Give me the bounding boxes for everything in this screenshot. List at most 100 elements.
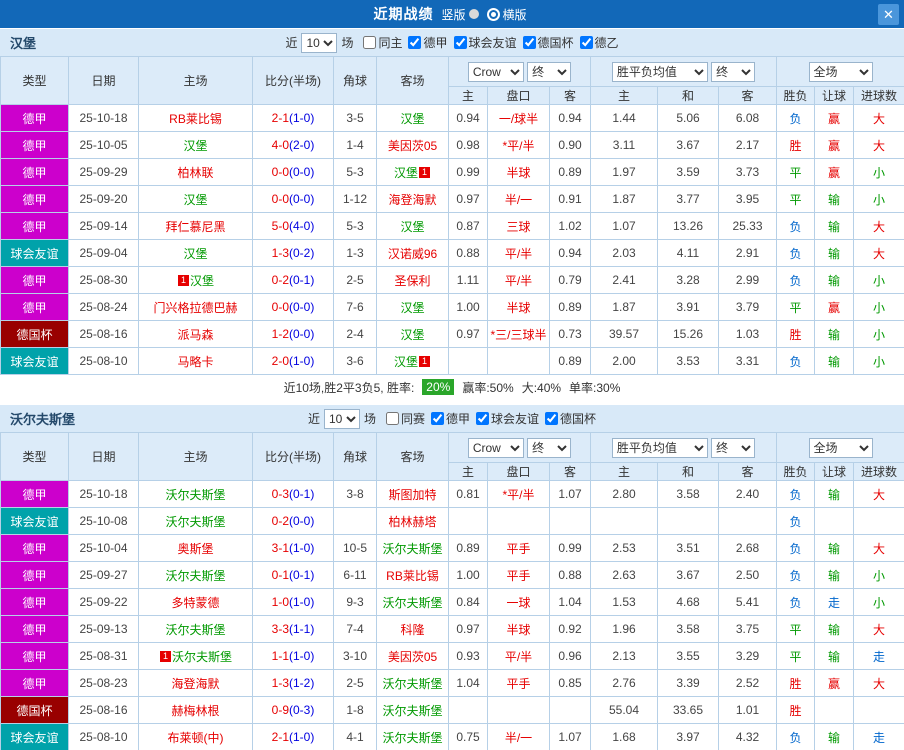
col-handicap: 盘口: [488, 87, 550, 105]
handicap: 平手: [488, 670, 550, 697]
handicap: *平/半: [488, 481, 550, 508]
filter-德国杯[interactable]: 德国杯: [523, 34, 574, 51]
handicap-result: 赢: [815, 294, 854, 321]
col-mean-away: 客: [719, 463, 777, 481]
corners: 3-8: [334, 481, 377, 508]
handicap: 平手: [488, 562, 550, 589]
corners: 7-4: [334, 616, 377, 643]
handicap-result: 输: [815, 643, 854, 670]
home-odds: 0.97: [449, 321, 488, 348]
avg-home-odds: 39.57: [591, 321, 658, 348]
scope-select[interactable]: 全场: [809, 62, 873, 82]
home-team: 布莱顿(中): [139, 724, 253, 750]
filter-球会友谊[interactable]: 球会友谊: [454, 34, 517, 51]
horizontal-label: 横版: [503, 6, 527, 23]
radio-unselected-icon[interactable]: [469, 9, 479, 19]
handicap-result: 输: [815, 481, 854, 508]
match-date: 25-10-18: [69, 105, 139, 132]
match-row: 德国杯25-08-16赫梅林根0-9(0-3)1-8沃尔夫斯堡55.0433.6…: [1, 697, 904, 724]
layout-option-horizontal[interactable]: 横版: [487, 6, 527, 23]
handicap-result: 输: [815, 348, 854, 375]
odds-final-select[interactable]: 终: [527, 62, 571, 82]
near-label: 近: [308, 410, 320, 427]
score: 2-0(1-0): [253, 348, 334, 375]
league-type: 德甲: [1, 105, 69, 132]
home-odds: [449, 508, 488, 535]
half-score: (0-0): [289, 514, 314, 528]
mean-final-select[interactable]: 终: [711, 438, 755, 458]
radio-selected-icon[interactable]: [487, 8, 500, 21]
match-row: 德甲25-10-05汉堡4-0(2-0)1-4美因茨050.98*平/半0.90…: [1, 132, 904, 159]
handicap: *三/三球半: [488, 321, 550, 348]
filter-checkbox[interactable]: [431, 412, 444, 425]
away-team: 汉堡1: [377, 348, 449, 375]
odds-source-select[interactable]: Crow: [468, 438, 524, 458]
mean-final-select[interactable]: 终: [711, 62, 755, 82]
goals-result: 小: [854, 562, 904, 589]
goals-result: 大: [854, 213, 904, 240]
filter-德国杯[interactable]: 德国杯: [545, 410, 596, 427]
full-score: 4-0: [272, 138, 289, 152]
corners: 3-5: [334, 105, 377, 132]
filter-checkbox[interactable]: [523, 36, 536, 49]
away-odds: 0.90: [550, 132, 591, 159]
match-date: 25-09-13: [69, 616, 139, 643]
filter-checkbox[interactable]: [386, 412, 399, 425]
home-team: 多特蒙德: [139, 589, 253, 616]
score: 1-3(0-2): [253, 240, 334, 267]
full-score: 0-2: [272, 273, 289, 287]
home-team: RB莱比锡: [139, 105, 253, 132]
full-score: 1-3: [272, 246, 289, 260]
layout-option-vertical[interactable]: 竖版: [441, 6, 478, 23]
corners: 1-8: [334, 697, 377, 724]
handicap-result: 赢: [815, 670, 854, 697]
handicap-result: 输: [815, 535, 854, 562]
match-result: 负: [777, 348, 815, 375]
avg-away-odds: 2.91: [719, 240, 777, 267]
match-result: 胜: [777, 697, 815, 724]
filter-德甲[interactable]: 德甲: [408, 34, 447, 51]
home-team: 汉堡: [139, 186, 253, 213]
match-count-select[interactable]: 10: [324, 409, 360, 429]
filter-同主[interactable]: 同主: [363, 34, 402, 51]
corners: 3-6: [334, 348, 377, 375]
filter-checkbox[interactable]: [454, 36, 467, 49]
avg-home-odds: [591, 508, 658, 535]
team-name-text: 汉堡: [183, 139, 207, 153]
section-header: 汉堡 近 10 场 同主德甲球会友谊德国杯德乙: [0, 28, 904, 56]
filter-checkbox[interactable]: [363, 36, 376, 49]
half-score: (4-0): [289, 219, 314, 233]
match-date: 25-08-16: [69, 321, 139, 348]
filter-checkbox[interactable]: [476, 412, 489, 425]
score: 0-9(0-3): [253, 697, 334, 724]
filter-同赛[interactable]: 同赛: [386, 410, 425, 427]
col-date: 日期: [69, 433, 139, 481]
full-score: 1-2: [272, 327, 289, 341]
mean-odds-select[interactable]: 胜平负均值: [612, 438, 708, 458]
close-button[interactable]: ✕: [878, 4, 899, 25]
match-count-select[interactable]: 10: [301, 33, 337, 53]
avg-draw-odds: [658, 508, 719, 535]
handicap-result: [815, 697, 854, 724]
filter-checkbox[interactable]: [545, 412, 558, 425]
odds-source-select[interactable]: Crow: [468, 62, 524, 82]
filter-球会友谊[interactable]: 球会友谊: [476, 410, 539, 427]
handicap: [488, 508, 550, 535]
odds-final-select[interactable]: 终: [527, 438, 571, 458]
match-result: 平: [777, 159, 815, 186]
team-name-text: 汉堡: [190, 274, 214, 288]
filter-checkbox[interactable]: [408, 36, 421, 49]
scope-select[interactable]: 全场: [809, 438, 873, 458]
league-type: 德国杯: [1, 321, 69, 348]
mean-odds-select[interactable]: 胜平负均值: [612, 62, 708, 82]
col-away-odds: 客: [550, 87, 591, 105]
filter-德甲[interactable]: 德甲: [431, 410, 470, 427]
away-odds: 1.07: [550, 481, 591, 508]
filter-德乙[interactable]: 德乙: [580, 34, 619, 51]
home-odds: 0.89: [449, 535, 488, 562]
goals-result: 大: [854, 481, 904, 508]
filter-label: 同主: [378, 34, 402, 51]
col-home-odds: 主: [449, 463, 488, 481]
filter-checkbox[interactable]: [580, 36, 593, 49]
col-handicap: 盘口: [488, 463, 550, 481]
